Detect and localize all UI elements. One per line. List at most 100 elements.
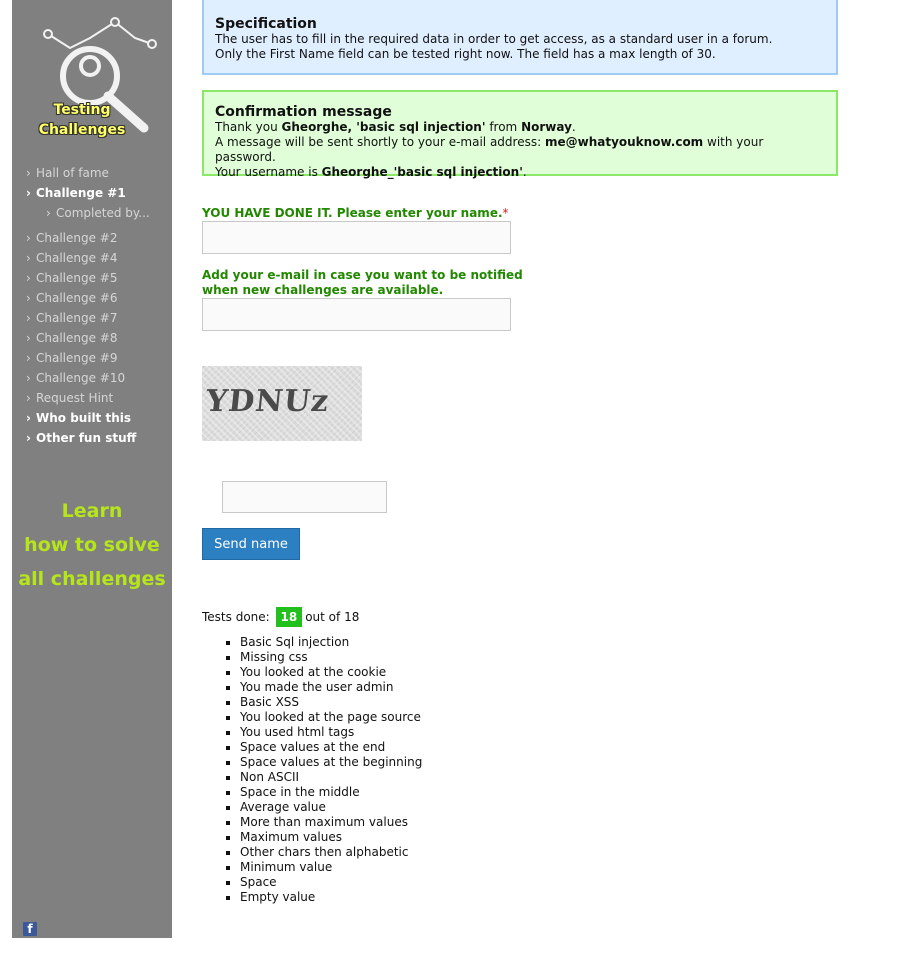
learn-line: all challenges <box>18 568 166 590</box>
text: . <box>522 165 527 179</box>
sidebar-item[interactable]: › Challenge #9 <box>26 348 150 368</box>
sidebar-item[interactable]: › Challenge #6 <box>26 288 150 308</box>
captcha-text: YDNUz <box>204 384 331 419</box>
user-country: Norway <box>521 120 572 134</box>
test-item: Minimum value <box>240 860 422 875</box>
confirmation-box: Confirmation message Thank you Gheorghe,… <box>202 90 838 179</box>
username: Gheorghe_'basic sql injection' <box>321 165 523 179</box>
test-item: Other chars then alphabetic <box>240 845 422 860</box>
test-item: You looked at the cookie <box>240 665 422 680</box>
sidebar-item-label: Challenge #1 <box>36 186 126 200</box>
sidebar-item[interactable]: › Challenge #5 <box>26 268 150 288</box>
sidebar-item[interactable]: › Other fun stuff <box>26 428 150 448</box>
text: A message will be sent shortly to your e… <box>215 135 545 149</box>
sidebar-item-label: Who built this <box>36 411 132 425</box>
user-name: Gheorghe, 'basic sql injection' <box>281 120 486 134</box>
confirm-title: Confirmation message <box>215 104 392 120</box>
chevron-right-icon: › <box>26 331 31 345</box>
sidebar-nav: › Hall of fame › Challenge #1 › Completed by.… <box>26 163 150 448</box>
user-email: me@whatyouknow.com <box>544 135 704 149</box>
sidebar-item[interactable]: › Completed by... <box>26 203 150 223</box>
chevron-right-icon: › <box>26 431 31 445</box>
learn-link[interactable]: Learn how to solve all challenges <box>12 494 172 596</box>
confirm-line-username: Your username is Gheorghe_'basic sql inj… <box>215 165 825 180</box>
logo-text-challenges: Challenges <box>38 122 126 138</box>
test-item: Basic Sql injection <box>240 635 422 650</box>
sidebar-item[interactable]: › Challenge #1 <box>26 183 150 203</box>
chevron-right-icon: › <box>26 166 31 180</box>
test-item: Space values at the end <box>240 740 422 755</box>
tests-prefix: Tests done: <box>202 610 270 624</box>
sidebar-item-label: Challenge #6 <box>36 291 118 305</box>
test-item: You used html tags <box>240 725 422 740</box>
tests-done-badge: 18 <box>275 607 303 627</box>
learn-line: Learn <box>61 500 123 522</box>
test-item: More than maximum values <box>240 815 422 830</box>
tests-summary: Tests done: 18 out of 18 <box>202 607 359 627</box>
facebook-icon[interactable]: f <box>23 922 37 936</box>
specification-box: Specification The user has to fill in th… <box>202 0 838 75</box>
tests-suffix: out of 18 <box>305 610 360 624</box>
chevron-right-icon: › <box>26 271 31 285</box>
test-item: You looked at the page source <box>240 710 422 725</box>
text: . <box>571 120 576 134</box>
chevron-right-icon: › <box>26 291 31 305</box>
sidebar-item-label: Other fun stuff <box>36 431 137 445</box>
test-item: Space <box>240 875 422 890</box>
spec-line: Only the First Name field can be tested … <box>215 47 716 61</box>
sidebar-item-label: Challenge #4 <box>36 251 118 265</box>
email-field-label: Add your e-mail in case you want to be n… <box>202 268 523 298</box>
logo[interactable]: Testing Challenges <box>20 14 170 146</box>
sidebar-item[interactable]: › Challenge #7 <box>26 308 150 328</box>
name-field-label: YOU HAVE DONE IT. Please enter your name… <box>202 206 509 221</box>
text: Thank you <box>215 120 282 134</box>
test-item: You made the user admin <box>240 680 422 695</box>
sidebar-item[interactable]: › Challenge #10 <box>26 368 150 388</box>
sidebar-item-label: Challenge #5 <box>36 271 118 285</box>
sidebar-item-label: Challenge #2 <box>36 231 118 245</box>
sidebar-item-label: Challenge #9 <box>36 351 118 365</box>
send-name-button[interactable]: Send name <box>202 528 300 560</box>
chevron-right-icon: › <box>26 231 31 245</box>
sidebar-item[interactable]: › Challenge #2 <box>26 228 150 248</box>
chevron-right-icon: › <box>26 311 31 325</box>
text: from <box>485 120 522 134</box>
chevron-right-icon: › <box>46 206 51 220</box>
test-item: Missing css <box>240 650 422 665</box>
spec-title: Specification <box>215 16 317 32</box>
spec-line: The user has to fill in the required dat… <box>215 32 773 46</box>
chevron-right-icon: › <box>26 251 31 265</box>
chevron-right-icon: › <box>26 411 31 425</box>
email-input[interactable] <box>202 298 511 331</box>
sidebar-item-label: Hall of fame <box>36 166 109 180</box>
sidebar-item-label: Completed by... <box>56 206 150 220</box>
chevron-right-icon: › <box>26 351 31 365</box>
sidebar-item[interactable]: › Challenge #8 <box>26 328 150 348</box>
label-line: when new challenges are available. <box>202 283 444 297</box>
sidebar-item[interactable]: › Challenge #4 <box>26 248 150 268</box>
captcha-input[interactable] <box>222 481 387 513</box>
label-text: YOU HAVE DONE IT. Please enter your name… <box>202 206 503 220</box>
test-item: Basic XSS <box>240 695 422 710</box>
text: Your username is <box>215 165 322 179</box>
chevron-right-icon: › <box>26 391 31 405</box>
logo-text-testing: Testing <box>53 102 111 118</box>
label-line: Add your e-mail in case you want to be n… <box>202 268 523 282</box>
sidebar: Testing Challenges › Hall of fame › Challen… <box>12 0 172 938</box>
confirm-line-email: A message will be sent shortly to your e… <box>215 135 825 165</box>
test-item: Maximum values <box>240 830 422 845</box>
sidebar-item-label: Challenge #8 <box>36 331 118 345</box>
required-mark: * <box>502 206 509 220</box>
sidebar-item[interactable]: › Hall of fame <box>26 163 150 183</box>
sidebar-item-label: Request Hint <box>36 391 114 405</box>
chevron-right-icon: › <box>26 186 31 200</box>
test-item: Non ASCII <box>240 770 422 785</box>
test-item: Space values at the beginning <box>240 755 422 770</box>
sidebar-item[interactable]: › Request Hint <box>26 388 150 408</box>
tests-list: Basic Sql injectionMissing cssYou looked… <box>220 635 422 905</box>
test-item: Empty value <box>240 890 422 905</box>
sidebar-item[interactable]: › Who built this <box>26 408 150 428</box>
test-item: Average value <box>240 800 422 815</box>
name-input[interactable] <box>202 221 511 254</box>
chevron-right-icon: › <box>26 371 31 385</box>
